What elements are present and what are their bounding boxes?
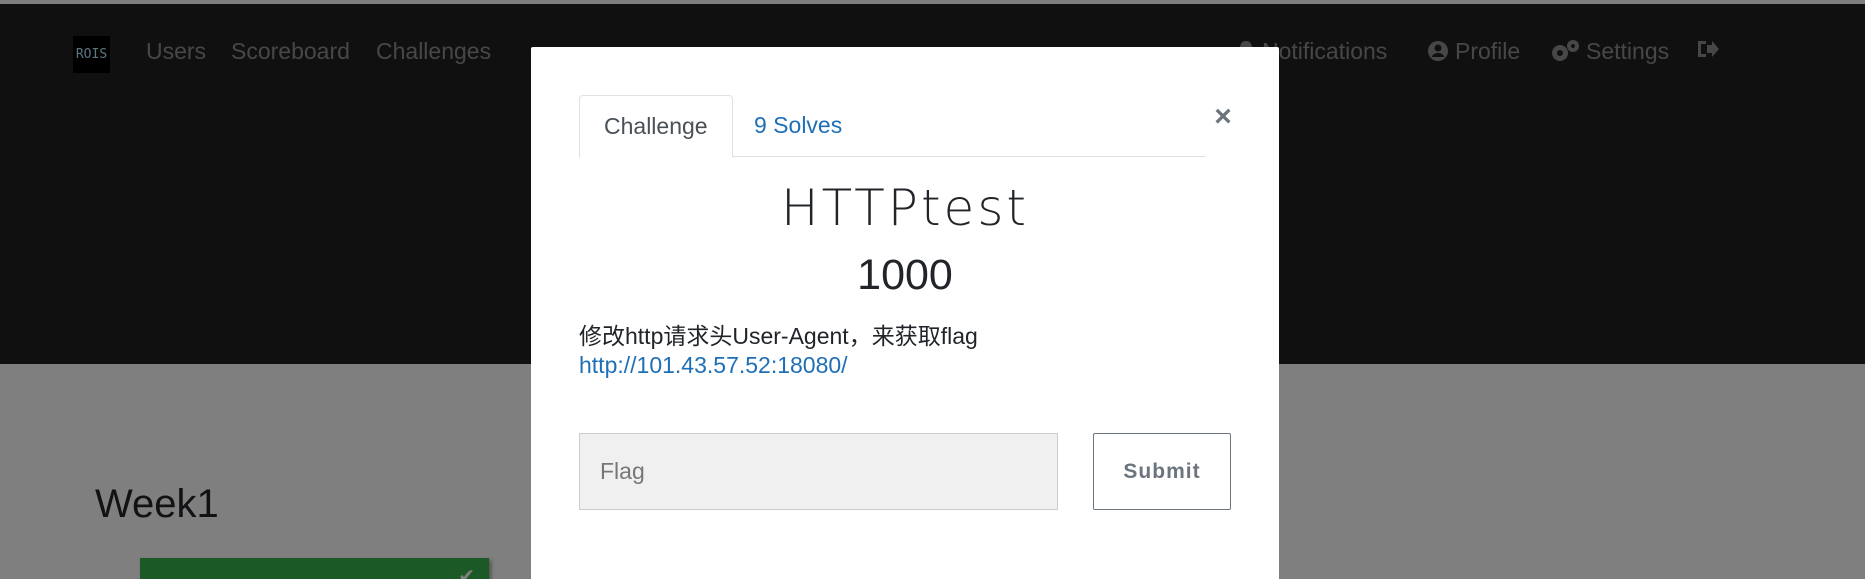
- close-button[interactable]: ×: [1207, 101, 1239, 133]
- tab-row: Challenge 9 Solves: [579, 95, 1206, 158]
- flag-input[interactable]: [579, 433, 1058, 510]
- challenge-url-link[interactable]: http://101.43.57.52:18080/: [579, 352, 848, 379]
- challenge-name: HTTPtest: [781, 179, 1029, 237]
- challenge-modal: Challenge 9 Solves × HTTPtest 1000 修改htt…: [531, 47, 1279, 579]
- submit-button[interactable]: Submit: [1093, 433, 1231, 510]
- challenge-description: 修改http请求头User-Agent，来获取flag: [579, 323, 978, 349]
- tab-solves[interactable]: 9 Solves: [730, 95, 866, 157]
- tab-challenge[interactable]: Challenge: [579, 95, 733, 158]
- challenge-points: 1000: [857, 251, 953, 299]
